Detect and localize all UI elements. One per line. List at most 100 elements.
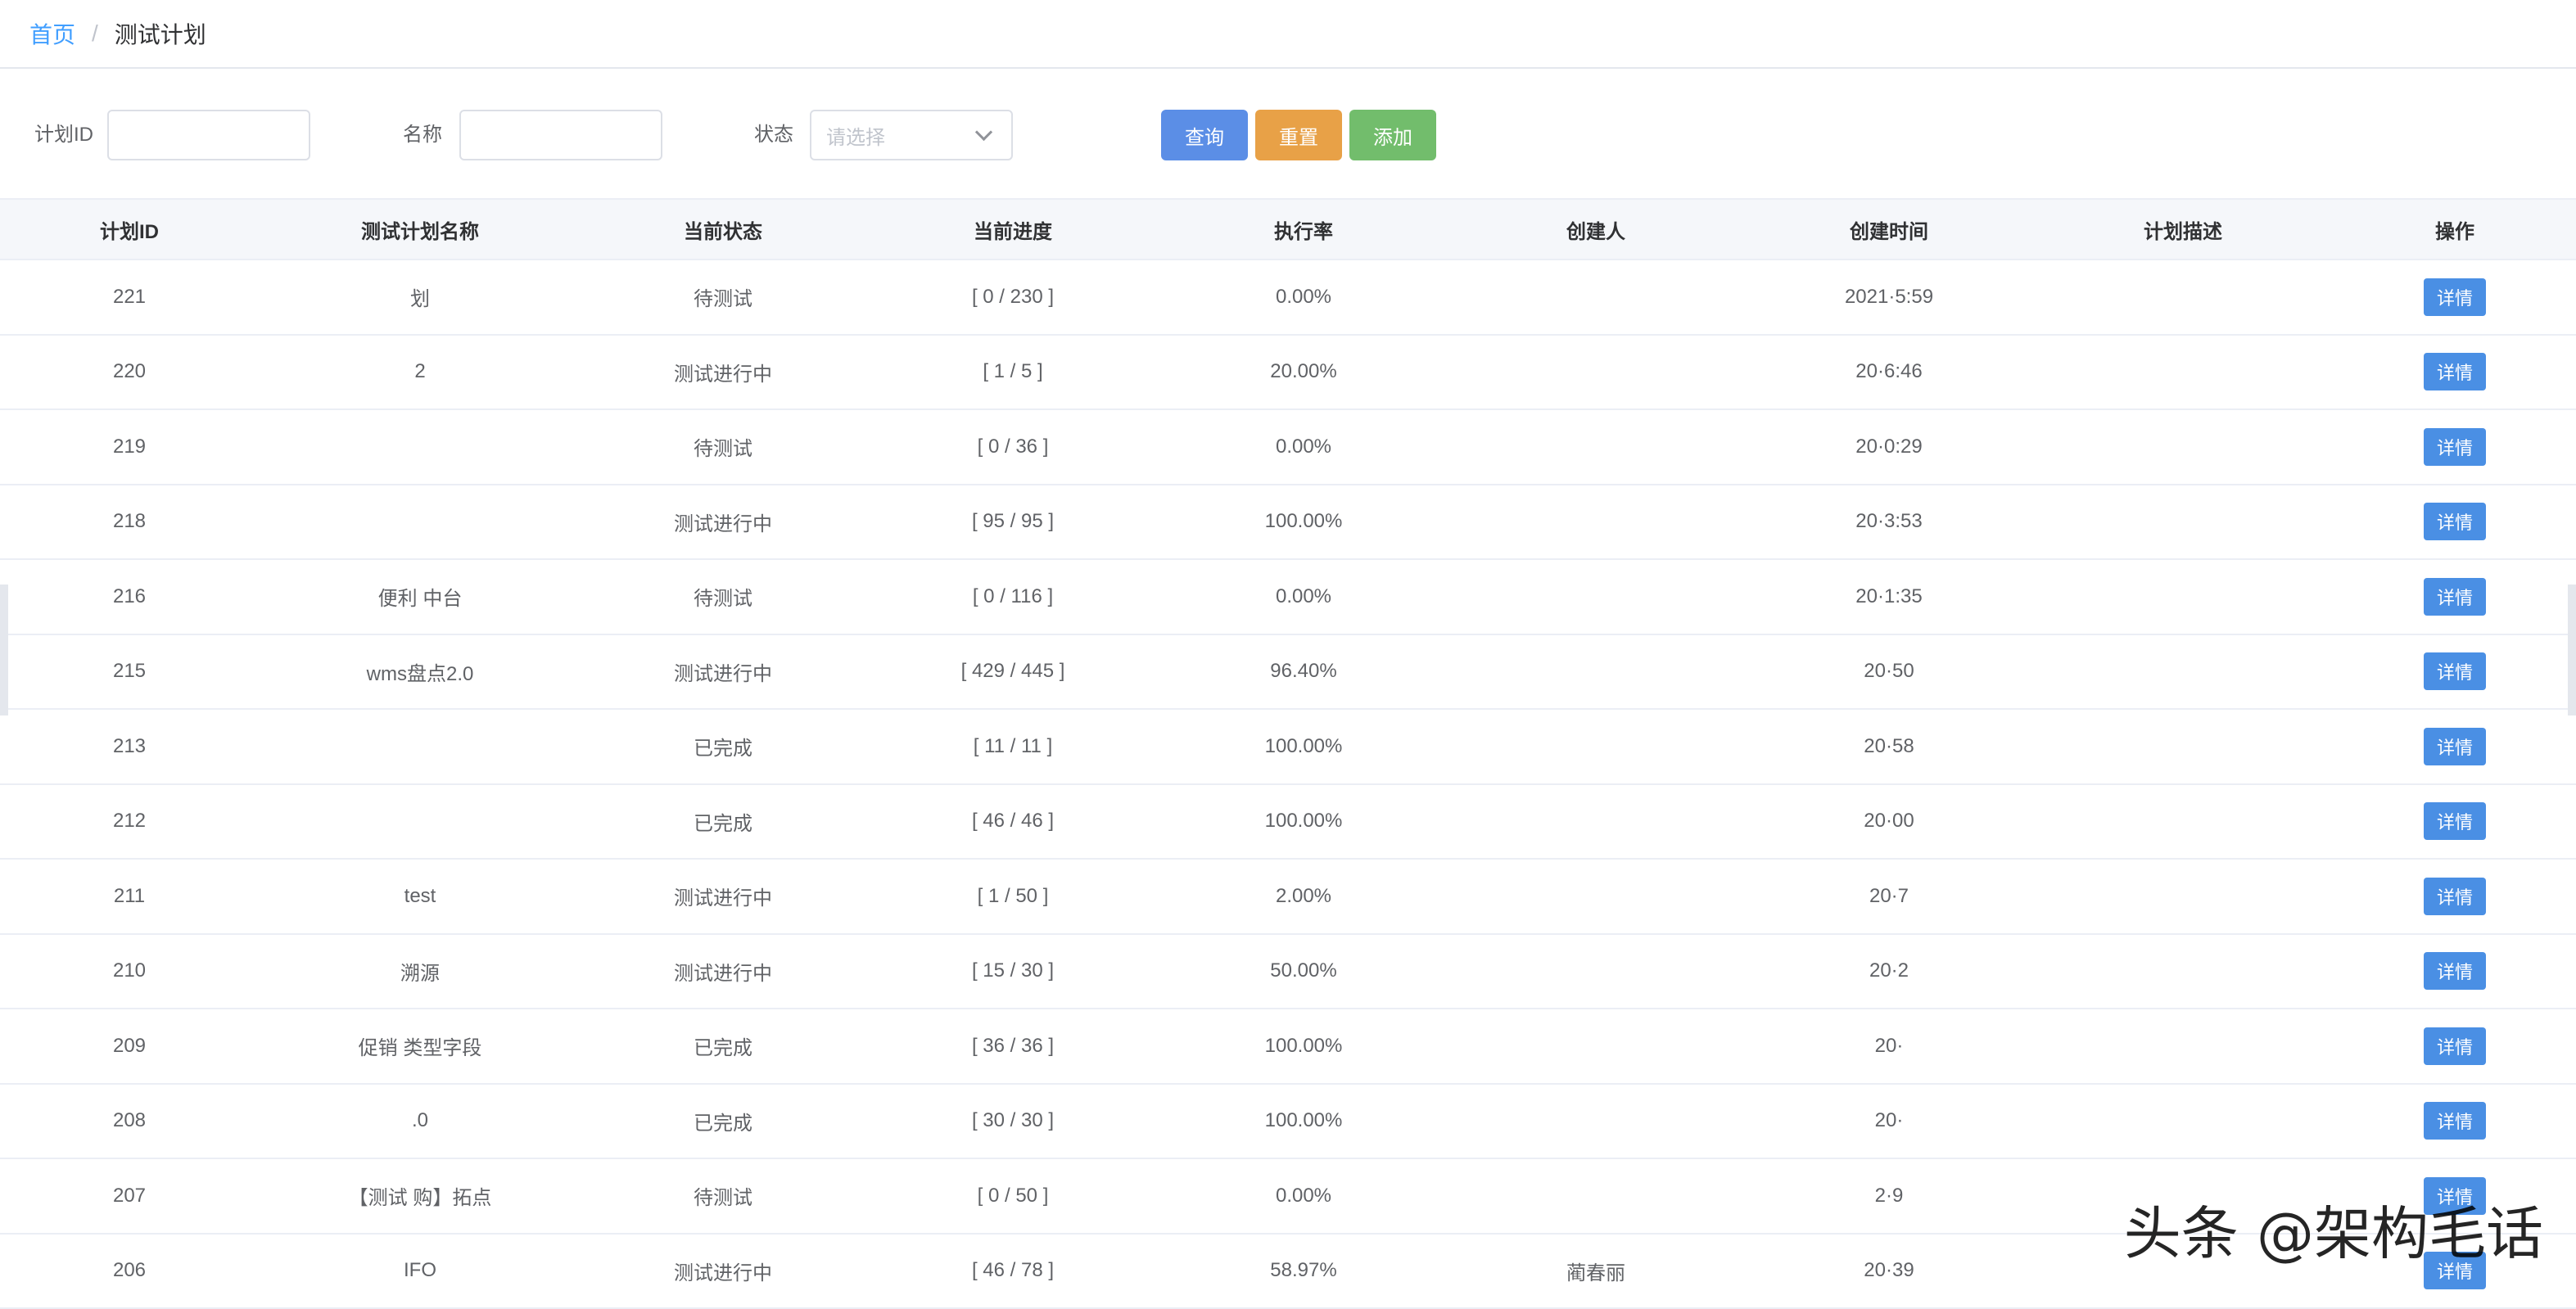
column-header: 计划ID [0,200,259,259]
action-cell: 详情 [2334,336,2576,409]
progress-cell: [ 0 / 230 ] [865,260,1161,334]
plan-id-label: 计划ID [34,110,93,160]
created-time-cell: 20·1:35 [1746,560,2032,634]
table-body: 221划待测试[ 0 / 230 ]0.00%2021·5:59详情2202测试… [0,260,2576,1309]
column-header: 计划描述 [2032,200,2334,259]
table-row[interactable]: 221划待测试[ 0 / 230 ]0.00%2021·5:59详情 [0,260,2576,336]
column-header: 执行率 [1161,200,1446,259]
progress-cell: [ 36 / 36 ] [865,1009,1161,1083]
rate-cell: 0.00% [1161,410,1446,484]
detail-button[interactable]: 详情 [2424,728,2486,765]
rate-cell: 96.40% [1161,635,1446,709]
action-cell: 详情 [2334,485,2576,559]
plan-id-cell: 220 [0,336,259,409]
status-cell: 已完成 [581,1085,865,1158]
created-time-cell: 20·50 [1746,635,2032,709]
filter-bar: 计划ID 名称 状态 请选择 查询 重置 添加 [0,110,2576,160]
table-row[interactable]: 212已完成[ 46 / 46 ]100.00%20·00详情 [0,785,2576,860]
action-cell: 详情 [2334,410,2576,484]
name-input[interactable] [459,110,662,160]
created-time-cell: 20·39 [1746,1235,2032,1308]
plan-id-cell: 213 [0,710,259,783]
table-row[interactable]: 2202测试进行中[ 1 / 5 ]20.00%20·6:46详情 [0,336,2576,411]
table-row[interactable]: 213已完成[ 11 / 11 ]100.00%20·58详情 [0,710,2576,785]
breadcrumb-current: 测试计划 [115,17,206,50]
description-cell [2032,635,2334,709]
left-scroll-edge[interactable] [0,585,8,715]
plan-name-cell: test [259,860,581,933]
creator-cell [1446,485,1746,559]
created-time-cell: 20· [1746,1085,2032,1158]
plan-name-cell [259,485,581,559]
created-time-cell: 20·0:29 [1746,410,2032,484]
action-cell: 详情 [2334,785,2576,859]
table-row[interactable]: 215wms盘点2.0测试进行中[ 429 / 445 ]96.40%20·50… [0,635,2576,711]
right-scroll-edge[interactable] [2568,585,2576,715]
created-time-cell: 2021·5:59 [1746,260,2032,334]
creator-cell [1446,935,1746,1009]
rate-cell: 20.00% [1161,336,1446,409]
name-label: 名称 [403,110,442,160]
creator-cell [1446,1009,1746,1083]
table-row[interactable]: 210溯源测试进行中[ 15 / 30 ]50.00%20·2详情 [0,935,2576,1010]
description-cell [2032,485,2334,559]
reset-button[interactable]: 重置 [1255,110,1342,160]
created-time-cell: 20·00 [1746,785,2032,859]
rate-cell: 50.00% [1161,935,1446,1009]
progress-cell: [ 30 / 30 ] [865,1085,1161,1158]
table-row[interactable]: 219待测试[ 0 / 36 ]0.00%20·0:29详情 [0,410,2576,485]
status-cell: 待测试 [581,260,865,334]
progress-cell: [ 0 / 50 ] [865,1159,1161,1233]
detail-button[interactable]: 详情 [2424,428,2486,466]
rate-cell: 0.00% [1161,260,1446,334]
column-header: 操作 [2334,200,2576,259]
action-cell: 详情 [2334,560,2576,634]
plan-id-cell: 209 [0,1009,259,1083]
creator-cell [1446,1085,1746,1158]
table-row[interactable]: 208.0已完成[ 30 / 30 ]100.00%20·详情 [0,1085,2576,1160]
status-cell: 测试进行中 [581,336,865,409]
status-cell: 测试进行中 [581,485,865,559]
plan-id-cell: 210 [0,935,259,1009]
progress-cell: [ 95 / 95 ] [865,485,1161,559]
detail-button[interactable]: 详情 [2424,1027,2486,1065]
detail-button[interactable]: 详情 [2424,278,2486,316]
table-row[interactable]: 218测试进行中[ 95 / 95 ]100.00%20·3:53详情 [0,485,2576,561]
action-cell: 详情 [2334,1085,2576,1158]
plan-id-cell: 206 [0,1235,259,1308]
detail-button[interactable]: 详情 [2424,878,2486,915]
plan-name-cell: 便利 中台 [259,560,581,634]
rate-cell: 2.00% [1161,860,1446,933]
rate-cell: 100.00% [1161,710,1446,783]
detail-button[interactable]: 详情 [2424,952,2486,990]
created-time-cell: 20·6:46 [1746,336,2032,409]
progress-cell: [ 0 / 36 ] [865,410,1161,484]
table-row[interactable]: 216便利 中台待测试[ 0 / 116 ]0.00%20·1:35详情 [0,560,2576,635]
description-cell [2032,1085,2334,1158]
plan-name-cell [259,710,581,783]
progress-cell: [ 1 / 5 ] [865,336,1161,409]
creator-cell [1446,710,1746,783]
detail-button[interactable]: 详情 [2424,802,2486,840]
detail-button[interactable]: 详情 [2424,652,2486,690]
status-cell: 测试进行中 [581,860,865,933]
status-select[interactable]: 请选择 [810,110,1013,160]
column-header: 创建人 [1446,200,1746,259]
column-header: 测试计划名称 [259,200,581,259]
column-header: 当前进度 [865,200,1161,259]
table-row[interactable]: 211test测试进行中[ 1 / 50 ]2.00%20·7详情 [0,860,2576,935]
detail-button[interactable]: 详情 [2424,578,2486,616]
table-row[interactable]: 209促销 类型字段已完成[ 36 / 36 ]100.00%20·详情 [0,1009,2576,1085]
detail-button[interactable]: 详情 [2424,503,2486,540]
plan-id-cell: 207 [0,1159,259,1233]
plan-id-input[interactable] [107,110,310,160]
creator-cell [1446,785,1746,859]
add-button[interactable]: 添加 [1349,110,1436,160]
breadcrumb-home-link[interactable]: 首页 [29,17,75,50]
plan-name-cell: 划 [259,260,581,334]
plan-name-cell: wms盘点2.0 [259,635,581,709]
detail-button[interactable]: 详情 [2424,1102,2486,1140]
description-cell [2032,935,2334,1009]
detail-button[interactable]: 详情 [2424,353,2486,390]
query-button[interactable]: 查询 [1161,110,1248,160]
